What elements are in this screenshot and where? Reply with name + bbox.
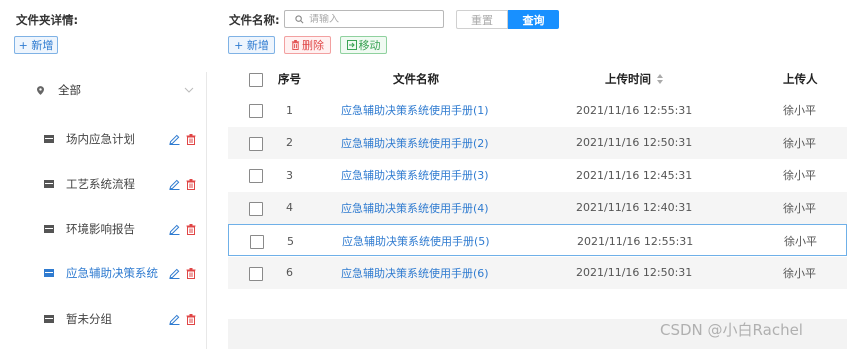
- folder-icon: [44, 315, 54, 323]
- folder-add-button[interactable]: + 新增: [14, 36, 58, 54]
- folder-icon: [44, 135, 54, 143]
- folder-icon: [44, 225, 54, 233]
- row-upload-time: 2021/11/16 12:55:31: [576, 103, 693, 117]
- tree-item[interactable]: 场内应急计划: [0, 125, 206, 153]
- search-icon: [295, 14, 304, 23]
- row-file-name-link[interactable]: 应急辅助决策系统使用手册(1): [341, 94, 489, 126]
- edit-icon[interactable]: [169, 268, 180, 279]
- row-file-name-link[interactable]: 应急辅助决策系统使用手册(4): [341, 192, 489, 224]
- trash-icon[interactable]: [186, 178, 196, 190]
- tree-item-label: 场内应急计划: [66, 132, 135, 146]
- folder-icon: [44, 180, 54, 188]
- move-icon: [346, 40, 357, 50]
- row-index: 5: [287, 234, 294, 248]
- file-name-label: 文件名称:: [229, 13, 280, 27]
- tree-item-label: 环境影响报告: [66, 222, 135, 236]
- tree-item[interactable]: 应急辅助决策系统: [0, 259, 206, 287]
- header-upload-time[interactable]: 上传时间: [605, 64, 663, 94]
- sort-icon[interactable]: [657, 74, 663, 84]
- tree-item-label: 工艺系统流程: [66, 177, 135, 191]
- row-uploader: 徐小平: [783, 169, 816, 182]
- row-upload-time: 2021/11/16 12:55:31: [577, 234, 694, 248]
- table-row[interactable]: 3 应急辅助决策系统使用手册(3) 2021/11/16 12:45:31 徐小平: [228, 159, 847, 191]
- row-upload-time: 2021/11/16 12:40:31: [576, 201, 693, 214]
- query-button[interactable]: 查询: [508, 10, 559, 29]
- header-uploader: 上传人: [783, 72, 818, 86]
- trash-icon[interactable]: [186, 313, 196, 325]
- table-row[interactable]: 6 应急辅助决策系统使用手册(6) 2021/11/16 12:50:31 徐小平: [228, 256, 847, 289]
- tree-item[interactable]: 环境影响报告: [0, 215, 206, 243]
- row-file-name-link[interactable]: 应急辅助决策系统使用手册(6): [341, 257, 489, 289]
- tree-item[interactable]: 暂未分组: [0, 305, 206, 333]
- trash-icon[interactable]: [186, 133, 196, 145]
- row-uploader: 徐小平: [783, 104, 816, 117]
- folder-icon: [44, 269, 54, 277]
- table-row[interactable]: 4 应急辅助决策系统使用手册(4) 2021/11/16 12:40:31 徐小平: [228, 191, 847, 224]
- tree-root-all[interactable]: 全部: [0, 76, 206, 104]
- table-row[interactable]: 2 应急辅助决策系统使用手册(2) 2021/11/16 12:50:31 徐小平: [228, 126, 847, 159]
- row-checkbox[interactable]: [250, 235, 264, 249]
- row-index: 6: [286, 266, 293, 279]
- delete-button[interactable]: 删除: [284, 36, 331, 54]
- row-index: 1: [286, 103, 293, 117]
- table-header: 序号 文件名称 上传时间 上传人: [228, 64, 847, 94]
- row-uploader: 徐小平: [783, 136, 816, 150]
- trash-icon[interactable]: [186, 223, 196, 235]
- reset-button[interactable]: 重置: [456, 10, 508, 29]
- trash-icon: [291, 40, 300, 50]
- edit-icon[interactable]: [169, 224, 180, 235]
- row-uploader: 徐小平: [784, 235, 817, 248]
- row-upload-time: 2021/11/16 12:45:31: [576, 168, 693, 182]
- row-checkbox[interactable]: [249, 169, 263, 183]
- row-file-name-link[interactable]: 应急辅助决策系统使用手册(5): [342, 225, 490, 257]
- location-pin-icon: [37, 85, 44, 95]
- watermark: CSDN @小白Rachel: [660, 321, 803, 339]
- table-row[interactable]: 1 应急辅助决策系统使用手册(1) 2021/11/16 12:55:31 徐小平: [228, 94, 847, 126]
- row-file-name-link[interactable]: 应急辅助决策系统使用手册(2): [341, 127, 489, 159]
- search-input[interactable]: [309, 13, 439, 25]
- header-file-name: 文件名称: [393, 72, 439, 86]
- sidebar-divider: [206, 72, 207, 349]
- edit-icon[interactable]: [169, 314, 180, 325]
- row-upload-time: 2021/11/16 12:50:31: [576, 136, 693, 149]
- row-uploader: 徐小平: [783, 266, 816, 280]
- row-checkbox[interactable]: [249, 136, 263, 151]
- trash-icon[interactable]: [186, 267, 196, 279]
- tree-root-label: 全部: [58, 83, 81, 97]
- header-index: 序号: [278, 72, 301, 86]
- move-button[interactable]: 移动: [340, 36, 387, 54]
- row-checkbox[interactable]: [249, 104, 263, 118]
- row-checkbox[interactable]: [249, 201, 263, 216]
- edit-icon[interactable]: [169, 179, 180, 190]
- file-add-button[interactable]: + 新增: [228, 36, 275, 54]
- row-index: 2: [286, 136, 293, 149]
- row-checkbox[interactable]: [249, 266, 263, 281]
- table-row[interactable]: 5 应急辅助决策系统使用手册(5) 2021/11/16 12:55:31 徐小平: [228, 224, 847, 256]
- select-all-checkbox[interactable]: [249, 73, 263, 87]
- row-index: 4: [286, 201, 293, 214]
- tree-item-label: 暂未分组: [66, 312, 112, 326]
- edit-icon[interactable]: [169, 134, 180, 145]
- row-upload-time: 2021/11/16 12:50:31: [576, 266, 693, 279]
- row-uploader: 徐小平: [783, 201, 816, 215]
- row-file-name-link[interactable]: 应急辅助决策系统使用手册(3): [341, 159, 489, 191]
- tree-item[interactable]: 工艺系统流程: [0, 170, 206, 198]
- chevron-down-icon[interactable]: [184, 87, 194, 93]
- search-field[interactable]: [284, 10, 444, 28]
- tree-item-label: 应急辅助决策系统: [66, 266, 158, 280]
- row-index: 3: [286, 168, 293, 182]
- folder-detail-title: 文件夹详情:: [16, 13, 79, 27]
